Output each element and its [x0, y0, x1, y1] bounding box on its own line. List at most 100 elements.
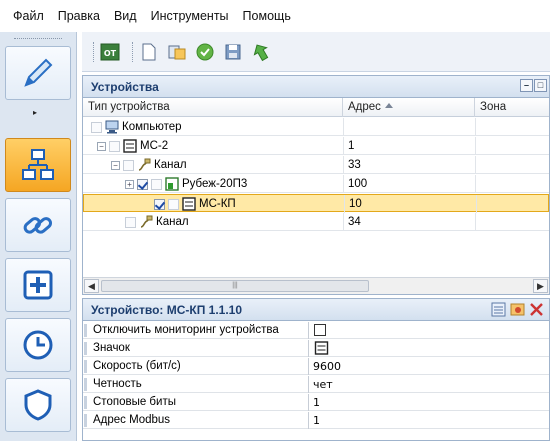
- collapse-toggle-icon[interactable]: −: [97, 141, 106, 151]
- toolbar-copy-button[interactable]: [166, 41, 188, 63]
- property-name: Стоповые биты: [83, 394, 309, 411]
- toolbar-upload-button[interactable]: [250, 41, 272, 63]
- property-value[interactable]: чет: [310, 376, 549, 393]
- property-row[interactable]: Значок: [83, 340, 549, 357]
- sort-ascending-icon: [384, 103, 393, 108]
- expand-toggle-icon[interactable]: +: [125, 179, 134, 189]
- nav-expand-icon[interactable]: ▸: [33, 108, 37, 117]
- list-view-icon: [491, 302, 506, 317]
- table-row[interactable]: − МС-2 1: [83, 137, 549, 155]
- property-name: Четность: [83, 376, 309, 393]
- properties-settings-button[interactable]: [509, 301, 526, 318]
- placeholder-icon: [123, 159, 134, 171]
- settings-gear-icon: [510, 303, 525, 316]
- table-row[interactable]: − Канал 33: [83, 156, 549, 174]
- scroll-left-icon[interactable]: ◀: [84, 279, 99, 293]
- properties-tools-button[interactable]: [528, 301, 545, 318]
- clock-icon: [23, 330, 53, 360]
- horizontal-scrollbar[interactable]: ◀ ||| ▶: [83, 277, 549, 294]
- address-cell: 1: [343, 137, 475, 155]
- devices-panel-title: Устройства: [91, 79, 159, 94]
- device-label: Рубеж-20П3: [182, 178, 248, 190]
- nav-button-add[interactable]: [5, 258, 71, 312]
- device-label: Канал: [156, 216, 189, 228]
- property-value[interactable]: 9600: [310, 358, 549, 375]
- zone-cell: [476, 195, 550, 213]
- tools-cross-icon: [530, 303, 543, 316]
- menu-edit[interactable]: Правка: [58, 9, 100, 23]
- table-row[interactable]: Канал 34: [83, 213, 549, 231]
- table-row[interactable]: Компьютер: [83, 118, 549, 136]
- upload-arrow-icon: [253, 43, 269, 61]
- address-cell: 10: [344, 195, 476, 213]
- property-row[interactable]: Четность чет: [83, 376, 549, 393]
- zone-cell: [475, 137, 549, 155]
- toolbar-save-button[interactable]: [222, 41, 244, 63]
- device-label: Канал: [154, 159, 187, 171]
- save-icon: [225, 44, 241, 59]
- toolbar-new-button[interactable]: [138, 41, 160, 63]
- menu-help[interactable]: Помощь: [243, 9, 291, 23]
- scrollbar-thumb[interactable]: |||: [101, 280, 369, 292]
- menu-view[interactable]: Вид: [114, 9, 137, 23]
- ot-icon: OT: [100, 43, 120, 60]
- device-label: МС-КП: [199, 198, 236, 210]
- module-icon: [314, 341, 329, 355]
- nav-button-edit[interactable]: [5, 46, 71, 100]
- zone-cell: [475, 118, 549, 136]
- disable-monitoring-checkbox[interactable]: [314, 324, 326, 336]
- add-plus-icon: [23, 270, 53, 300]
- module-icon: [123, 139, 137, 153]
- column-header-type[interactable]: Тип устройства: [83, 98, 343, 117]
- new-document-icon: [142, 43, 156, 60]
- panel-window-buttons: – □: [519, 79, 547, 92]
- properties-panel: Устройство: МС-КП 1.1.10 Отключить монит…: [82, 298, 550, 441]
- devices-network-icon: [22, 149, 54, 180]
- table-row[interactable]: + Рубеж-20П3 100: [83, 175, 549, 193]
- nav-button-security[interactable]: [5, 378, 71, 432]
- minimize-icon[interactable]: –: [520, 79, 533, 92]
- property-value[interactable]: 1: [310, 394, 549, 411]
- address-cell: 33: [343, 156, 475, 174]
- property-name: Скорость (бит/с): [83, 358, 309, 375]
- property-name: Отключить мониторинг устройства: [83, 322, 309, 339]
- property-row[interactable]: Скорость (бит/с) 9600: [83, 358, 549, 375]
- property-row[interactable]: Стоповые биты 1: [83, 394, 549, 411]
- property-value[interactable]: [310, 340, 549, 357]
- properties-list-button[interactable]: [490, 301, 507, 318]
- toolbar: OT: [82, 32, 550, 72]
- toolbar-apply-button[interactable]: [194, 41, 216, 63]
- address-cell: [343, 118, 475, 136]
- column-header-zone[interactable]: Зона: [475, 98, 549, 117]
- left-navigation: ▸: [0, 32, 77, 441]
- nav-button-links[interactable]: [5, 198, 71, 252]
- channel-plug-icon: [138, 158, 151, 171]
- zone-cell: [475, 213, 549, 231]
- property-row[interactable]: Адрес Modbus 1: [83, 412, 549, 429]
- property-value[interactable]: 1: [310, 412, 549, 429]
- property-name: Значок: [83, 340, 309, 357]
- placeholder-icon: [109, 140, 120, 152]
- property-value[interactable]: [310, 322, 549, 339]
- menu-file[interactable]: Файл: [13, 9, 44, 23]
- devices-panel: Устройства – □ Тип устройства Адрес Зона…: [82, 75, 550, 295]
- device-label: МС-2: [140, 140, 169, 152]
- device-checkbox[interactable]: [137, 178, 148, 190]
- device-checkbox[interactable]: [154, 198, 165, 210]
- nav-button-devices[interactable]: [5, 138, 71, 192]
- toolbar-ot-button[interactable]: OT: [99, 41, 121, 63]
- property-row[interactable]: Отключить мониторинг устройства: [83, 322, 549, 339]
- nav-button-journal[interactable]: [5, 318, 71, 372]
- table-row-selected[interactable]: МС-КП 10: [83, 194, 550, 213]
- device-green-icon: [165, 177, 179, 191]
- pencil-icon: [24, 58, 53, 87]
- collapse-toggle-icon[interactable]: −: [111, 160, 120, 170]
- toolbar-separator: [132, 41, 133, 62]
- scroll-right-icon[interactable]: ▶: [533, 279, 548, 293]
- placeholder-icon: [168, 198, 179, 210]
- menu-bar: Файл Правка Вид Инструменты Помощь: [0, 0, 550, 32]
- devices-panel-header: Устройства – □: [83, 76, 549, 98]
- column-header-address[interactable]: Адрес: [343, 98, 475, 117]
- maximize-icon[interactable]: □: [534, 79, 547, 92]
- menu-tools[interactable]: Инструменты: [151, 9, 229, 23]
